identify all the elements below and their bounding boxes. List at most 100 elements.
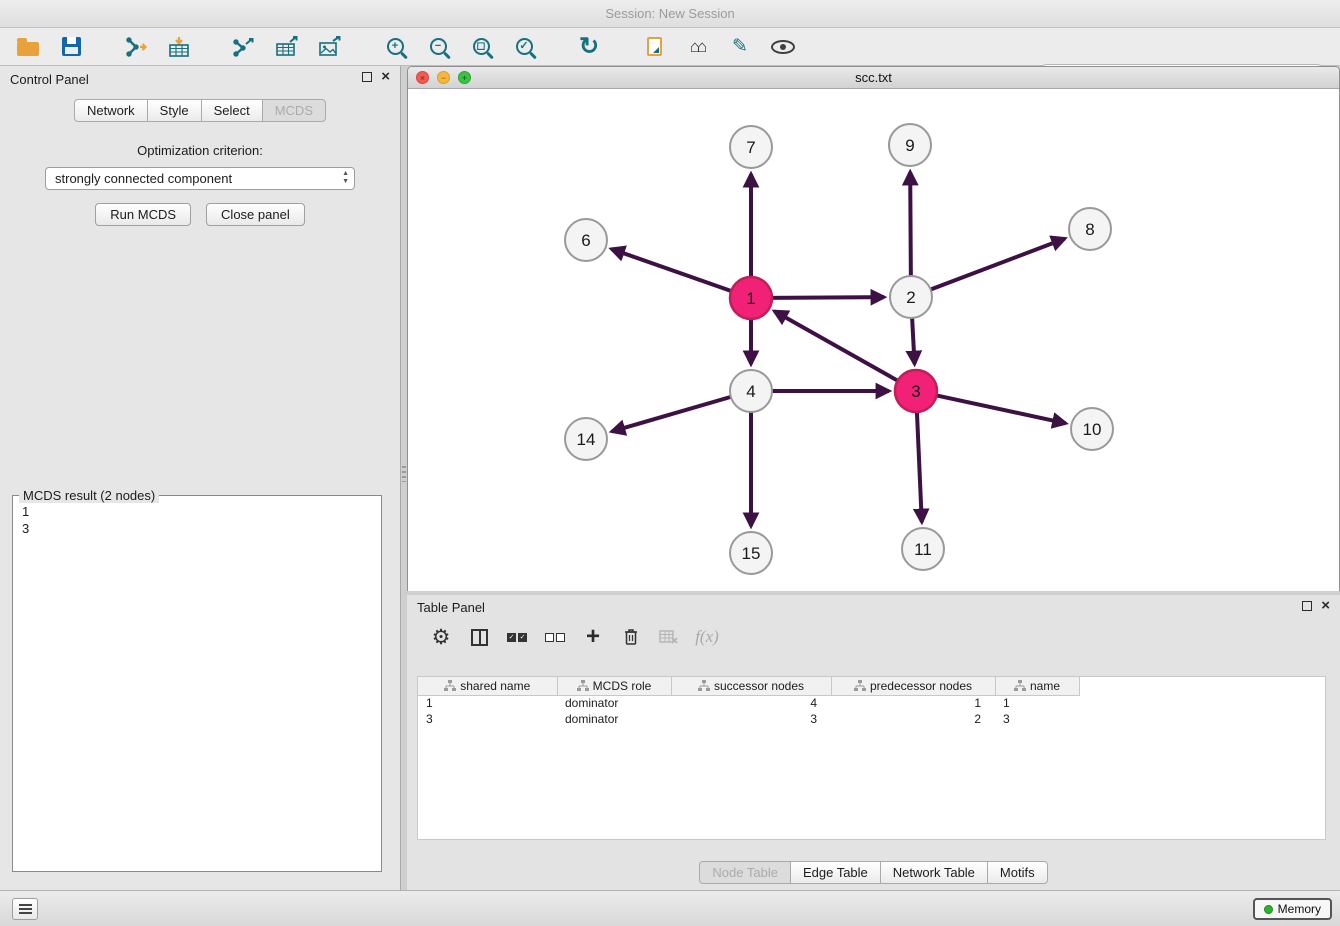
graph-node-6[interactable]: 6 [565, 219, 607, 261]
select-all-icon[interactable]: ✓✓ [503, 623, 531, 651]
open-session-icon[interactable] [12, 31, 44, 63]
zoom-out-icon[interactable]: − [422, 31, 454, 63]
network-branch-icon [124, 36, 148, 58]
zoom-fit-icon[interactable]: ◻ [465, 31, 497, 63]
column-header-successor-nodes[interactable]: successor nodes [671, 677, 831, 695]
graph-node-8[interactable]: 8 [1069, 208, 1111, 250]
import-network-icon[interactable] [120, 31, 152, 63]
column-header-predecessor-nodes[interactable]: predecessor nodes [831, 677, 995, 695]
apply-style-icon[interactable]: ✎ [724, 31, 756, 63]
plus-icon: + [586, 625, 600, 649]
edge-1-2[interactable] [772, 297, 884, 298]
zoom-selected-icon[interactable]: ✓ [508, 31, 540, 63]
tab-select[interactable]: Select [201, 99, 263, 122]
zoom-window-button[interactable]: + [458, 71, 471, 84]
network-canvas[interactable]: 7 9 6 8 1 2 4 3 14 10 15 11 [408, 89, 1339, 591]
main-toolbar: + − ◻ ✓ ↻ ⌂⌂ ✎ [0, 28, 1340, 66]
graph-node-10[interactable]: 10 [1071, 408, 1113, 450]
memory-status-icon [1264, 905, 1273, 914]
import-table-icon[interactable] [163, 31, 195, 63]
tab-style[interactable]: Style [147, 99, 202, 122]
export-image-icon[interactable] [314, 31, 346, 63]
gear-icon: ⚙ [432, 627, 451, 648]
edge-2-9[interactable] [910, 172, 911, 276]
table-row[interactable]: 1dominator411 [418, 695, 1079, 711]
edge-3-1[interactable] [775, 311, 898, 380]
edge-4-14[interactable] [612, 397, 731, 432]
edge-1-6[interactable] [611, 249, 731, 291]
float-panel-icon[interactable] [362, 72, 372, 82]
tab-mcds[interactable]: MCDS [262, 99, 326, 122]
edge-2-8[interactable] [931, 239, 1065, 290]
tab-motifs[interactable]: Motifs [987, 861, 1048, 884]
delete-column-icon[interactable] [617, 623, 645, 651]
graph-node-14[interactable]: 14 [565, 418, 607, 460]
svg-text:2: 2 [906, 288, 915, 307]
svg-text:6: 6 [581, 231, 590, 250]
function-builder-icon: f(x) [693, 623, 721, 651]
edge-2-3[interactable] [912, 318, 914, 364]
close-panel-button[interactable]: Close panel [206, 203, 305, 226]
graph-node-7[interactable]: 7 [730, 126, 772, 168]
brush-glyph: ✎ [732, 35, 748, 58]
edge-3-11[interactable] [917, 412, 922, 522]
table-settings-icon[interactable]: ⚙ [427, 623, 455, 651]
save-session-icon[interactable] [55, 31, 87, 63]
table-row[interactable]: 3dominator323 [418, 711, 1079, 727]
add-column-icon[interactable]: + [579, 623, 607, 651]
houses-glyph: ⌂⌂ [690, 37, 705, 57]
node-table-grid: shared name MCDS role successor nodes pr… [418, 677, 1080, 727]
run-mcds-button[interactable]: Run MCDS [95, 203, 191, 226]
control-panel-header: Control Panel × [0, 66, 400, 93]
svg-text:1: 1 [746, 289, 755, 308]
edge-3-10[interactable] [937, 395, 1066, 423]
tab-node-table[interactable]: Node Table [699, 861, 791, 884]
table-delete-icon [659, 628, 679, 646]
checked-box-icon: ✓ [518, 633, 527, 642]
first-neighbors-icon[interactable]: ⌂⌂ [681, 31, 713, 63]
application-window: Session: New Session [0, 0, 1340, 926]
tab-edge-table[interactable]: Edge Table [790, 861, 881, 884]
tab-network-table[interactable]: Network Table [880, 861, 988, 884]
control-panel-tabs: Network Style Select MCDS [0, 99, 400, 122]
column-type-icon [1014, 680, 1026, 692]
close-window-button[interactable]: × [416, 71, 429, 84]
window-title: Session: New Session [0, 0, 1340, 28]
graph-node-4[interactable]: 4 [730, 370, 772, 412]
show-columns-icon[interactable] [465, 623, 493, 651]
tab-network[interactable]: Network [74, 99, 148, 122]
svg-text:8: 8 [1085, 220, 1094, 239]
export-network-icon[interactable] [228, 31, 260, 63]
close-panel-icon[interactable]: × [381, 72, 390, 82]
graph-node-11[interactable]: 11 [902, 528, 944, 570]
criterion-value: strongly connected component [55, 171, 232, 186]
zoom-in-icon[interactable]: + [379, 31, 411, 63]
node-table: shared name MCDS role successor nodes pr… [417, 676, 1326, 840]
close-table-panel-icon[interactable]: × [1321, 601, 1330, 611]
column-type-icon [698, 680, 710, 692]
criterion-dropdown[interactable]: strongly connected component ▲▼ [45, 167, 355, 190]
graph-node-15[interactable]: 15 [730, 532, 772, 574]
minimize-window-button[interactable]: − [437, 71, 450, 84]
delete-table-icon-disabled [655, 623, 683, 651]
graph-node-2[interactable]: 2 [890, 276, 932, 318]
graph-node-1[interactable]: 1 [730, 277, 772, 319]
graph-node-9[interactable]: 9 [889, 124, 931, 166]
graph-node-3[interactable]: 3 [895, 370, 937, 412]
column-header-name[interactable]: name [995, 677, 1079, 695]
memory-button[interactable]: Memory [1253, 898, 1332, 920]
dropdown-stepper-icon: ▲▼ [342, 170, 349, 186]
copy-network-icon[interactable] [638, 31, 670, 63]
task-history-button[interactable] [12, 898, 38, 920]
float-table-panel-icon[interactable] [1302, 601, 1312, 611]
table-header-row: shared name MCDS role successor nodes pr… [418, 677, 1079, 695]
column-header-shared-name[interactable]: shared name [418, 677, 557, 695]
refresh-layout-icon[interactable]: ↻ [573, 31, 605, 63]
mcds-result-box: MCDS result (2 nodes) 13 [12, 495, 382, 872]
column-header-mcds-role[interactable]: MCDS role [557, 677, 671, 695]
checked-box-icon: ✓ [507, 633, 516, 642]
show-hide-icon[interactable] [767, 31, 799, 63]
plus-glyph: + [392, 41, 398, 52]
unselect-all-icon[interactable] [541, 623, 569, 651]
export-table-icon[interactable] [271, 31, 303, 63]
